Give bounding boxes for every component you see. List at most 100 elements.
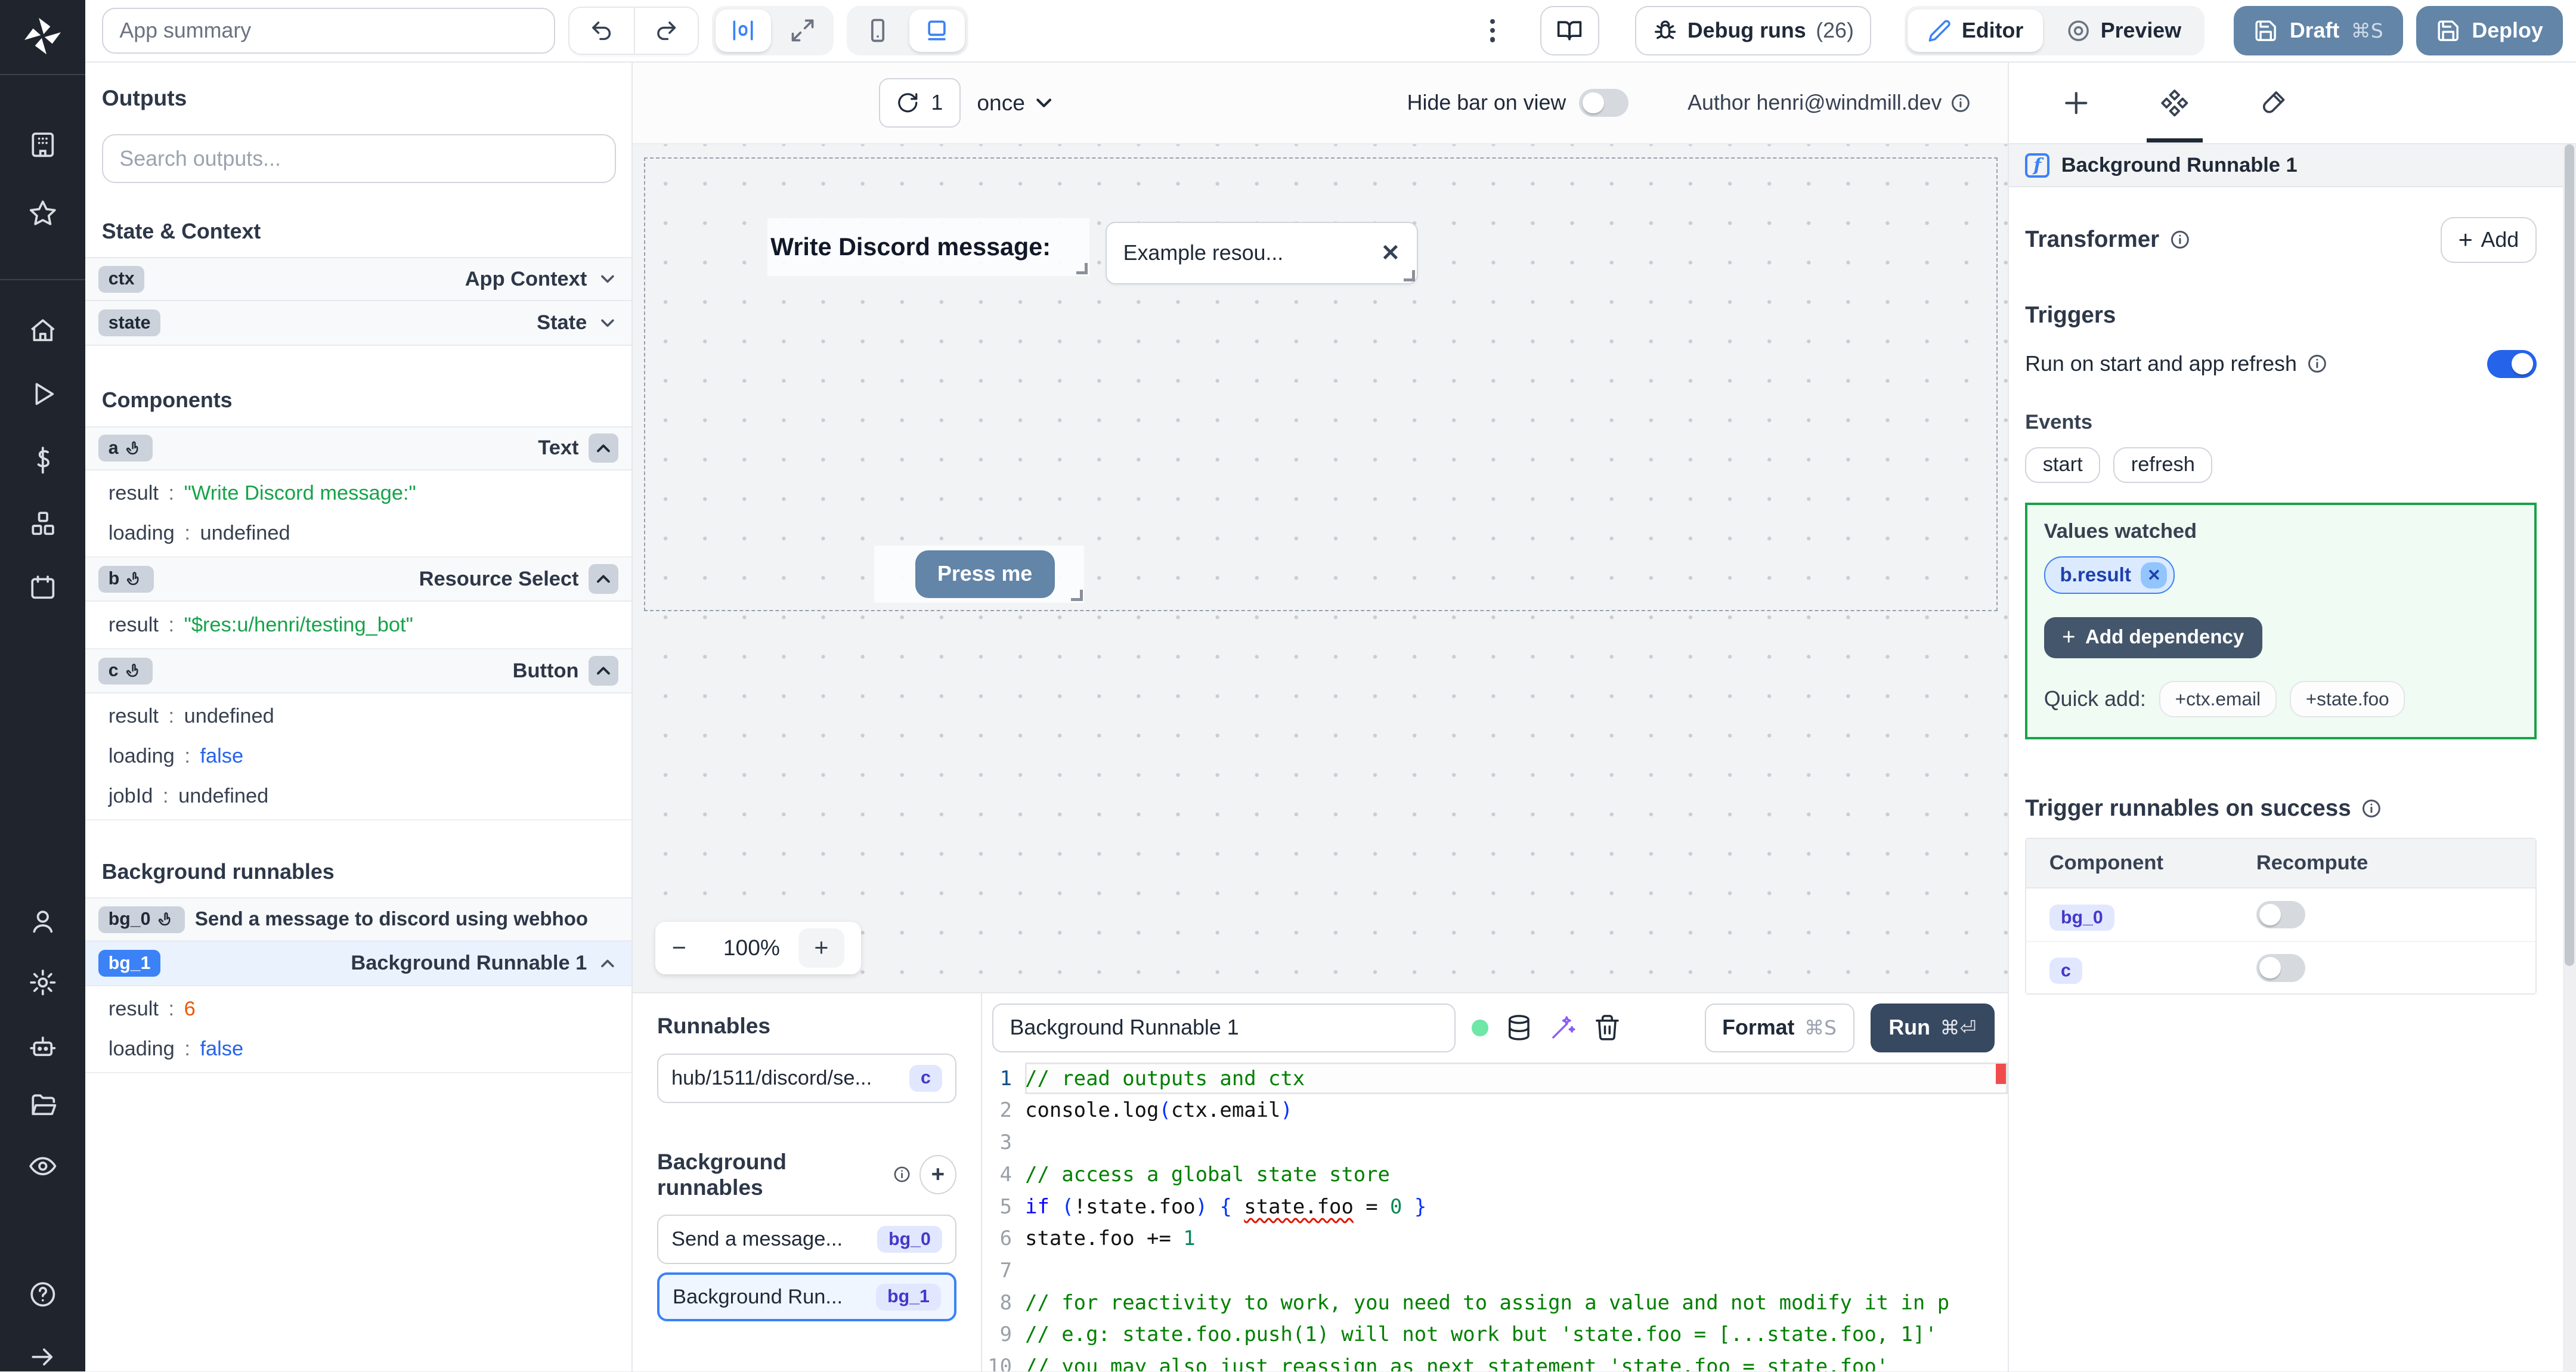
- output-row-b[interactable]: b Resource Select: [85, 557, 631, 602]
- event-chip-refresh[interactable]: refresh: [2113, 447, 2213, 484]
- output-kv[interactable]: loading: false: [85, 1029, 631, 1069]
- recompute-toggle-c[interactable]: [2256, 953, 2306, 982]
- deploy-button[interactable]: Deploy: [2416, 6, 2563, 55]
- tab-component-settings[interactable]: [2147, 63, 2203, 143]
- quick-add-state-foo[interactable]: +state.foo: [2289, 681, 2405, 718]
- resize-handle[interactable]: [1403, 270, 1415, 281]
- folders-icon[interactable]: [28, 1091, 58, 1120]
- chevron-down-icon[interactable]: [597, 312, 618, 334]
- table-row: c: [2026, 941, 2535, 994]
- app-summary-input[interactable]: [101, 7, 556, 54]
- home-icon[interactable]: [28, 315, 58, 345]
- variables-icon[interactable]: [28, 445, 58, 475]
- info-icon[interactable]: [2361, 798, 2382, 819]
- panel-scrollbar[interactable]: [2562, 144, 2576, 1372]
- search-outputs-input[interactable]: [101, 134, 617, 184]
- remove-watched-value-icon[interactable]: ✕: [2141, 562, 2168, 589]
- scrollbar-thumb[interactable]: [2564, 144, 2575, 966]
- expand-sidebar-icon[interactable]: [28, 1342, 58, 1372]
- runnable-item-hub[interactable]: hub/1511/discord/se... c: [657, 1053, 957, 1103]
- tab-preview[interactable]: Preview: [2046, 10, 2201, 52]
- chevron-up-icon[interactable]: [597, 953, 618, 974]
- delete-trash-icon[interactable]: [1593, 1014, 1621, 1042]
- output-kv[interactable]: result: undefined: [85, 697, 631, 737]
- add-background-runnable-button[interactable]: +: [919, 1154, 957, 1194]
- text-component[interactable]: Write Discord message:: [767, 218, 1089, 276]
- output-row-a[interactable]: a Text: [85, 426, 631, 470]
- collapse-button[interactable]: [589, 656, 618, 686]
- run-on-start-toggle[interactable]: [2487, 349, 2537, 378]
- output-kv[interactable]: result: "$res:u/henri/testing_bot": [85, 605, 631, 645]
- undo-button[interactable]: [569, 7, 634, 54]
- cache-database-icon[interactable]: [1505, 1014, 1533, 1042]
- output-kv[interactable]: loading: false: [85, 736, 631, 776]
- clear-selection-icon[interactable]: ✕: [1381, 240, 1400, 267]
- resources-icon[interactable]: [28, 509, 58, 539]
- info-icon[interactable]: [1950, 92, 1971, 114]
- hide-bar-control: Hide bar on view: [1407, 89, 1628, 117]
- resize-handle[interactable]: [1071, 590, 1083, 602]
- event-chip-start[interactable]: start: [2025, 447, 2101, 484]
- runnable-name-input[interactable]: [992, 1003, 1456, 1053]
- audit-logs-eye-icon[interactable]: [28, 1151, 58, 1181]
- output-row-ctx[interactable]: ctx App Context: [85, 257, 631, 302]
- resource-select-component[interactable]: Example resou... ✕: [1106, 221, 1418, 284]
- desktop-view-button[interactable]: [909, 9, 965, 52]
- resize-handle[interactable]: [1076, 262, 1088, 275]
- runnable-item-bg1-selected[interactable]: Background Run... bg_1: [657, 1272, 957, 1322]
- output-row-bg1[interactable]: bg_1 Background Runnable 1: [85, 941, 631, 986]
- full-width-button[interactable]: [775, 10, 831, 52]
- favorites-star-icon[interactable]: [28, 199, 58, 228]
- output-kv[interactable]: loading: undefined: [85, 513, 631, 553]
- run-button[interactable]: Run ⌘⏎: [1871, 1003, 1995, 1053]
- windmill-logo-icon[interactable]: [20, 13, 66, 59]
- info-icon[interactable]: [2169, 229, 2191, 250]
- debug-runs-button[interactable]: Debug runs (26): [1635, 6, 1872, 55]
- chevron-down-icon[interactable]: [597, 268, 618, 290]
- runs-icon[interactable]: [28, 379, 58, 409]
- workers-robot-icon[interactable]: [28, 1032, 58, 1061]
- watched-value-chip[interactable]: b.result ✕: [2044, 556, 2175, 594]
- tab-editor[interactable]: Editor: [1908, 9, 2044, 52]
- draft-button[interactable]: Draft ⌘S: [2234, 6, 2403, 55]
- info-icon[interactable]: [2306, 353, 2328, 374]
- collapse-button[interactable]: [589, 433, 618, 463]
- centered-width-button[interactable]: [715, 9, 772, 52]
- format-button[interactable]: Format ⌘S: [1704, 1003, 1854, 1053]
- hide-bar-toggle[interactable]: [1579, 89, 1628, 117]
- settings-gear-icon[interactable]: [28, 968, 58, 998]
- info-icon[interactable]: [893, 1165, 911, 1184]
- press-me-button[interactable]: Press me: [915, 550, 1055, 598]
- table-header: Component Recompute: [2026, 839, 2535, 888]
- output-row-c[interactable]: c Button: [85, 649, 631, 694]
- help-icon[interactable]: [28, 1280, 58, 1309]
- output-kv[interactable]: result: "Write Discord message:": [85, 473, 631, 513]
- recompute-toggle-bg0[interactable]: [2256, 900, 2306, 929]
- zoom-out-button[interactable]: −: [672, 934, 705, 962]
- documentation-book-button[interactable]: [1540, 6, 1599, 55]
- runnable-item-bg0[interactable]: Send a message... bg_0: [657, 1215, 957, 1265]
- refresh-mode-select[interactable]: once: [977, 90, 1056, 116]
- add-dependency-button[interactable]: + Add dependency: [2044, 617, 2262, 658]
- output-kv[interactable]: result:6: [85, 989, 631, 1029]
- mobile-view-button[interactable]: [850, 10, 906, 52]
- redo-button[interactable]: [633, 7, 698, 54]
- add-transformer-button[interactable]: + Add: [2441, 216, 2537, 263]
- tab-styling[interactable]: [2245, 63, 2301, 142]
- output-row-bg0[interactable]: bg_0 Send a message to discord using web…: [85, 897, 631, 942]
- code-editor[interactable]: 1 2 3 4 5 6 7 8 9 10 // read outputs and ctx conso…: [982, 1062, 2008, 1372]
- output-kv[interactable]: jobId: undefined: [85, 776, 631, 816]
- apps-icon[interactable]: [28, 130, 58, 160]
- more-options-icon[interactable]: [1481, 8, 1504, 54]
- schedules-icon[interactable]: [28, 573, 58, 603]
- ai-wand-icon[interactable]: [1549, 1014, 1577, 1042]
- app-canvas[interactable]: Write Discord message: Example resou... …: [632, 144, 2008, 993]
- refresh-count-button[interactable]: 1: [878, 78, 961, 128]
- tab-insert-component[interactable]: [2048, 63, 2104, 142]
- zoom-in-button[interactable]: +: [798, 928, 845, 968]
- quick-add-ctx-email[interactable]: +ctx.email: [2159, 681, 2277, 718]
- code-content[interactable]: // read outputs and ctx console.log(ctx.e…: [1025, 1062, 2008, 1371]
- collapse-button[interactable]: [589, 564, 618, 594]
- users-icon[interactable]: [28, 907, 58, 937]
- output-row-state[interactable]: state State: [85, 301, 631, 346]
